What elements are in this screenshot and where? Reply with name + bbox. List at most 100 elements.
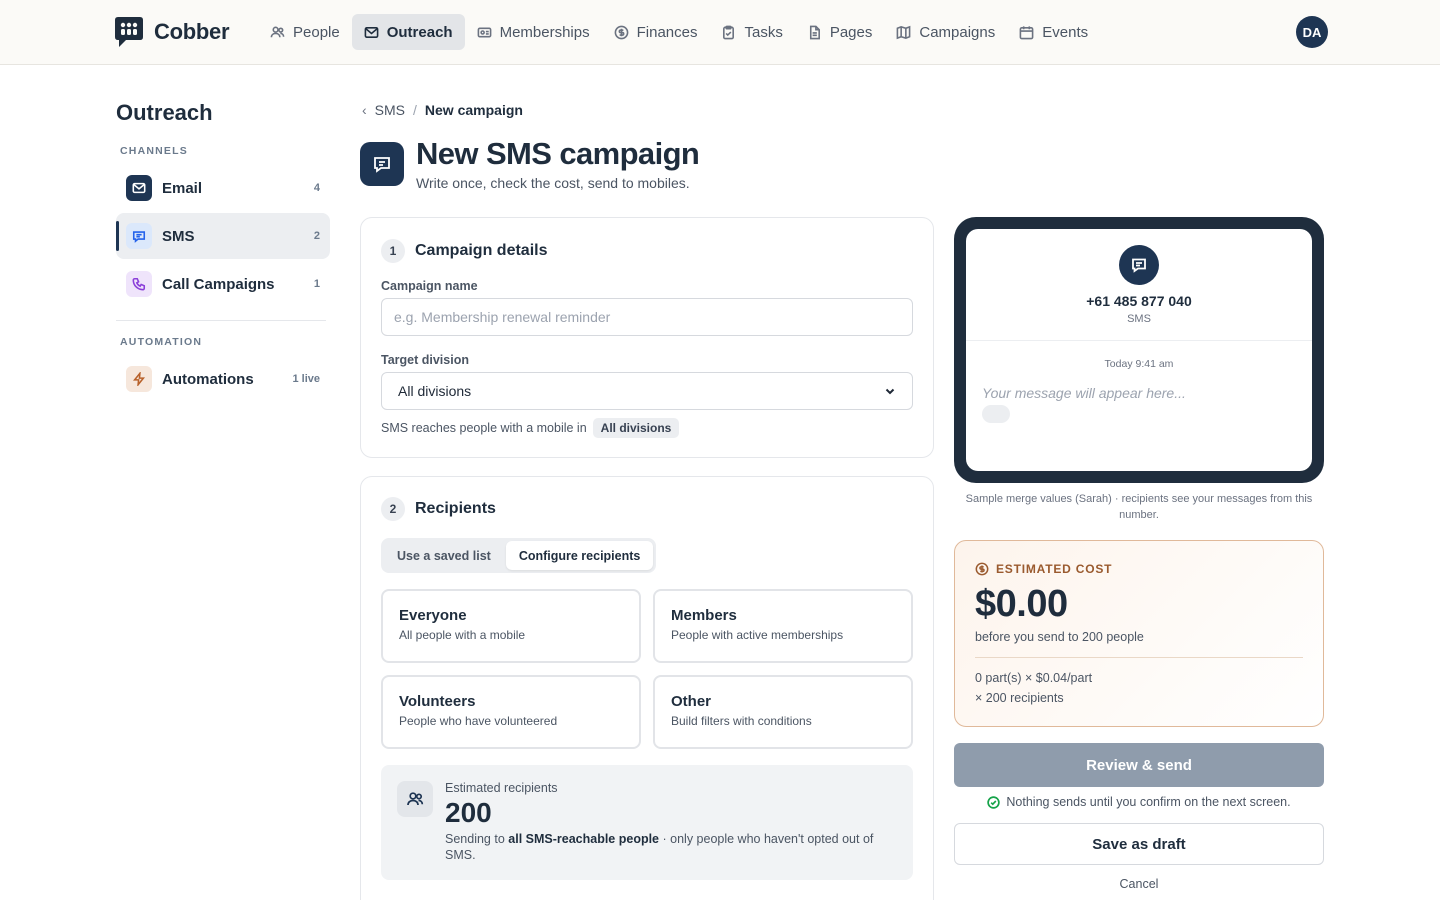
mail-icon [364, 26, 379, 38]
clipboard-icon [723, 25, 735, 39]
nav-events[interactable]: Events [1007, 14, 1100, 50]
sidebar-item-automations[interactable]: Automations 1 live [116, 356, 330, 402]
recipient-option-volunteers[interactable]: Volunteers People who have volunteered [381, 675, 641, 749]
cost-breakdown-recipients: × 200 recipients [975, 691, 1064, 705]
cancel-link[interactable]: Cancel [954, 877, 1324, 891]
estimate-desc-bold: all SMS-reachable people [508, 832, 660, 846]
nav-campaigns[interactable]: Campaigns [884, 14, 1007, 50]
nav-tasks[interactable]: Tasks [709, 14, 794, 50]
recipient-option-members[interactable]: Members People with active memberships [653, 589, 913, 663]
nav-label: Events [1042, 23, 1089, 41]
sidebar-title: Outreach [116, 100, 213, 125]
tab-saved-list[interactable]: Use a saved list [384, 541, 504, 570]
sidebar-item-label: SMS [162, 227, 195, 245]
estimated-recipients-label: Estimated recipients [445, 781, 558, 795]
step-title: Campaign details [415, 242, 548, 259]
phone-icon [126, 271, 152, 297]
message-icon [126, 223, 152, 249]
option-title: Volunteers [399, 693, 476, 710]
breadcrumb: ‹ SMS / New campaign [362, 102, 523, 118]
sender-number: +61 485 877 040 [1086, 293, 1192, 309]
nav-outreach[interactable]: Outreach [351, 14, 465, 50]
sidebar-item-label: Automations [162, 370, 254, 388]
people-icon [397, 781, 433, 817]
top-navigation-bar: Cobber People Outreach Memberships Finan… [0, 0, 1440, 65]
step-header: 1 Campaign details [381, 239, 547, 263]
estimated-recipients-panel: Estimated recipients 200 Sending to all … [381, 765, 913, 880]
dollar-icon [975, 562, 989, 576]
nav-people[interactable]: People [258, 14, 352, 50]
campaign-name-input[interactable] [381, 298, 913, 336]
file-icon [809, 25, 820, 39]
campaign-name-label: Campaign name [381, 279, 478, 293]
sidebar-item-label: Email [162, 179, 203, 197]
dollar-icon [614, 25, 628, 39]
cost-divider [975, 657, 1303, 658]
sms-preview-phone: +61 485 877 040 SMS Today 9:41 am Your m… [954, 217, 1324, 483]
estimate-desc-prefix: Sending to [445, 832, 505, 846]
nav-pages[interactable]: Pages [795, 14, 885, 50]
message-icon [360, 142, 404, 186]
recipient-option-everyone[interactable]: Everyone All people with a mobile [381, 589, 641, 663]
card-icon [477, 26, 491, 38]
sender-type: SMS [1127, 313, 1151, 325]
confirm-note: Nothing sends until you confirm on the n… [954, 795, 1324, 809]
calendar-icon [1019, 25, 1034, 39]
option-description: Build filters with conditions [671, 714, 812, 728]
preview-note: Sample merge values (Sarah) · recipients… [965, 493, 1313, 521]
nav-label: Outreach [386, 23, 453, 41]
sidebar-item-sms[interactable]: SMS 2 [116, 213, 330, 259]
message-timestamp: Today 9:41 am [1104, 358, 1174, 370]
page-subtitle: Write once, check the cost, send to mobi… [416, 175, 690, 191]
option-description: All people with a mobile [399, 628, 526, 642]
step-number: 2 [381, 497, 405, 521]
logo-icon [115, 17, 143, 47]
sidebar-item-count: 4 [313, 182, 320, 194]
recipients-mode-toggle: Use a saved list Configure recipients [381, 538, 657, 573]
nav-finances[interactable]: Finances [602, 14, 710, 50]
breadcrumb-separator: / [413, 102, 417, 118]
target-division-value: All divisions [398, 383, 472, 399]
user-avatar[interactable]: DA [1296, 16, 1328, 48]
sidebar-item-count: 2 [313, 230, 320, 242]
nav-memberships[interactable]: Memberships [465, 14, 602, 50]
chevron-down-icon [885, 388, 895, 395]
sidebar-section-automation: AUTOMATION [120, 336, 203, 348]
mail-icon [126, 175, 152, 201]
nav-label: Campaigns [919, 23, 996, 41]
target-division-select[interactable]: All divisions [381, 372, 913, 410]
nav-label: Tasks [744, 23, 783, 41]
breadcrumb-current: New campaign [424, 102, 523, 118]
check-circle-icon [987, 795, 1001, 809]
chevron-left-icon[interactable]: ‹ [362, 102, 367, 118]
confirm-note-text: Nothing sends until you confirm on the n… [1006, 795, 1291, 809]
recipients-card: 2 Recipients Use a saved list Configure … [360, 476, 934, 900]
sidebar-item-email[interactable]: Email 4 [116, 165, 330, 211]
review-and-send-button[interactable]: Review & send [954, 743, 1324, 787]
sidebar-item-label: Call Campaigns [162, 275, 275, 293]
step-header: 2 Recipients [381, 497, 496, 521]
nav-label: People [293, 23, 340, 41]
sidebar-divider [116, 320, 326, 321]
recipient-option-other[interactable]: Other Build filters with conditions [653, 675, 913, 749]
division-hint-text: SMS reaches people with a mobile in [381, 421, 587, 435]
nav-label: Finances [636, 23, 698, 41]
step-title: Recipients [415, 500, 496, 517]
save-as-draft-button[interactable]: Save as draft [954, 823, 1324, 865]
app-name: Cobber [154, 19, 230, 44]
sidebar-item-call-campaigns[interactable]: Call Campaigns 1 [116, 261, 330, 307]
option-title: Other [671, 693, 712, 710]
bolt-icon [126, 366, 152, 392]
target-division-label: Target division [381, 353, 469, 367]
option-title: Everyone [399, 607, 467, 624]
message-bubble [982, 405, 1010, 423]
logo[interactable]: Cobber [112, 15, 230, 49]
phone-screen: +61 485 877 040 SMS Today 9:41 am Your m… [966, 229, 1312, 471]
breadcrumb-parent[interactable]: SMS [375, 102, 405, 118]
sidebar-item-count: 1 [313, 278, 320, 290]
sidebar-item-count: 1 live [292, 373, 320, 385]
option-description: People who have volunteered [399, 714, 558, 728]
estimated-cost-card: ESTIMATED COST $0.00 before you send to … [954, 540, 1324, 727]
tab-configure-recipients[interactable]: Configure recipients [505, 541, 654, 570]
step-number: 1 [381, 239, 405, 263]
